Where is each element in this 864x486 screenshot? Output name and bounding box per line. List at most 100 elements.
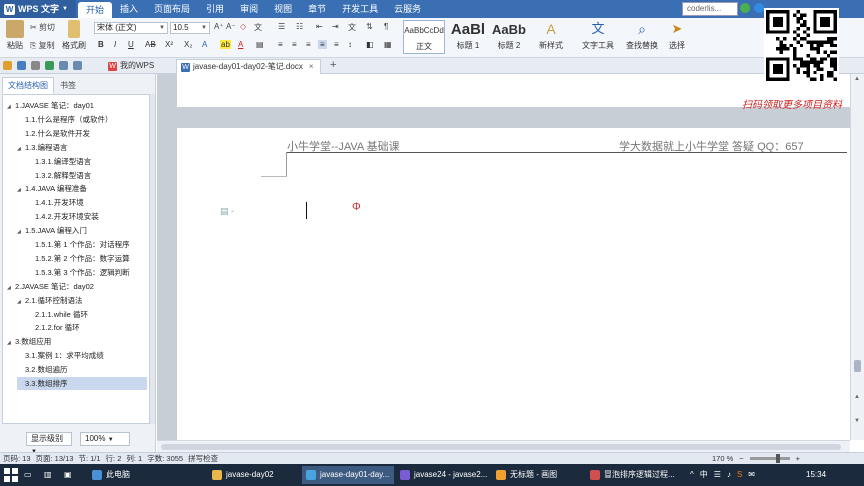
document-canvas[interactable]: 小牛学堂--JAVA 基础课 学大数据就上小牛学堂 答疑 QQ：657 ▤ - … xyxy=(157,74,850,440)
outline-item[interactable]: 1.3.1.编译型语言 xyxy=(27,155,147,168)
menu-tab[interactable]: 云服务 xyxy=(386,0,429,18)
print-icon[interactable] xyxy=(31,61,40,70)
close-icon[interactable]: × xyxy=(309,62,314,71)
menu-tab[interactable]: 开发工具 xyxy=(334,0,386,18)
display-level-select[interactable]: 显示级别 ▼ xyxy=(26,432,72,455)
justify-button[interactable]: ≡ xyxy=(318,40,327,49)
scroll-up-icon[interactable]: ▲ xyxy=(854,76,860,82)
outline-item[interactable]: 1.4.2.开发环境安装 xyxy=(27,210,147,223)
outline-item[interactable]: ◢ 2.JAVASE 笔记：day02 xyxy=(7,280,147,293)
scroll-down-icon[interactable]: ▼ xyxy=(854,418,860,424)
text-tools-button[interactable]: 文 文字工具 xyxy=(578,20,618,51)
style-heading-1[interactable]: AaBl 标题 1 xyxy=(448,20,488,54)
outline-item[interactable]: ◢ 2.1.循环控制语法 xyxy=(17,294,147,307)
distributed-button[interactable]: ≡ xyxy=(334,40,339,49)
chinese-layout-button[interactable]: 文 xyxy=(348,22,356,33)
font-effect-button[interactable]: A xyxy=(202,40,207,49)
format-painter-button[interactable]: 格式刷 xyxy=(60,20,88,51)
horizontal-scroll-thumb[interactable] xyxy=(161,444,841,450)
blue-status-icon[interactable] xyxy=(754,3,764,13)
paragraph-handle-icon[interactable]: ▤ - xyxy=(220,206,234,217)
outline-item[interactable]: 1.3.2.解释型语言 xyxy=(27,169,147,182)
taskbar-app[interactable]: 冒泡排序逻辑过程... xyxy=(586,466,686,484)
bullet-list-button[interactable]: ☰ xyxy=(278,22,285,31)
outline-item[interactable]: ◢ 1.JAVASE 笔记：day01 xyxy=(7,99,147,112)
outline-item[interactable]: 1.4.1.开发环境 xyxy=(27,196,147,209)
tray-expand-icon[interactable]: ^ xyxy=(690,470,694,479)
outline-item[interactable]: 1.2.什么是软件开发 xyxy=(17,127,147,140)
italic-button[interactable]: I xyxy=(114,40,116,49)
font-color-button[interactable]: A xyxy=(238,40,243,49)
outline-zoom-select[interactable]: 100% ▼ xyxy=(80,432,130,446)
superscript-button[interactable]: X² xyxy=(165,40,173,49)
new-style-button[interactable]: A 新样式 xyxy=(535,20,567,51)
outline-item[interactable]: 3.2.数组遍历 xyxy=(17,363,147,376)
horizontal-scrollbar[interactable] xyxy=(157,440,850,452)
menu-tab[interactable]: 审阅 xyxy=(232,0,266,18)
outline-item[interactable]: 1.5.1.第 1 个作品：对话程序 xyxy=(27,238,147,251)
network-icon[interactable]: ☰ xyxy=(714,470,721,479)
align-left-button[interactable]: ≡ xyxy=(278,40,283,49)
paste-button[interactable]: 粘贴 xyxy=(4,20,26,51)
pinyin-button[interactable]: 文 xyxy=(254,22,262,33)
outline-item[interactable]: 3.1.案例 1：求平均成绩 xyxy=(17,349,147,362)
tab-bookmarks[interactable]: 书签 xyxy=(54,77,82,94)
current-page[interactable] xyxy=(177,128,850,440)
ime-indicator[interactable]: 中 xyxy=(700,469,708,480)
zoom-in-icon[interactable]: + xyxy=(796,453,800,464)
copy-button[interactable]: ⎘ 复制 xyxy=(30,40,55,51)
expand-triangle-icon[interactable]: ◢ xyxy=(17,184,25,197)
outline-item[interactable]: 3.3.数组排序 xyxy=(17,377,147,390)
grow-font-button[interactable]: A⁺ xyxy=(214,22,224,31)
task-view-icon[interactable]: ▭ xyxy=(24,466,40,484)
char-shading-button[interactable]: ▤ xyxy=(256,40,264,49)
outline-item[interactable]: ◢ 1.4.JAVA 编程准备 xyxy=(17,182,147,195)
underline-button[interactable]: U xyxy=(128,40,134,49)
expand-triangle-icon[interactable]: ◢ xyxy=(7,337,15,350)
outline-item[interactable]: ◢ 1.3.编程语言 xyxy=(17,141,147,154)
sort-button[interactable]: ⇅ xyxy=(366,22,373,31)
app-menu-button[interactable]: W WPS 文字 ▼ xyxy=(0,0,76,18)
menu-tab[interactable]: 引用 xyxy=(198,0,232,18)
menu-tab[interactable]: 章节 xyxy=(300,0,334,18)
cut-button[interactable]: ✂ 剪切 xyxy=(30,22,55,33)
zoom-value[interactable]: 170 % xyxy=(712,453,733,464)
tab-document-map[interactable]: 文档结构图 xyxy=(2,77,54,94)
subscript-button[interactable]: X₂ xyxy=(184,40,192,49)
indent-button[interactable]: ⇥ xyxy=(332,22,339,31)
taskbar-app[interactable]: 无标题 - 画图 xyxy=(492,466,584,484)
expand-triangle-icon[interactable]: ◢ xyxy=(17,143,25,156)
store-icon[interactable]: ▣ xyxy=(64,466,80,484)
clear-format-button[interactable]: ◇ xyxy=(240,22,246,31)
vertical-scrollbar[interactable]: ▲ ▲ ▼ xyxy=(850,74,864,440)
line-spacing-button[interactable]: ↕ xyxy=(348,40,352,49)
strikethrough-button[interactable]: AB xyxy=(145,40,156,49)
new-file-icon[interactable] xyxy=(3,61,12,70)
expand-triangle-icon[interactable]: ◢ xyxy=(17,296,25,309)
tab-my-wps[interactable]: W 我的WPS xyxy=(104,59,160,74)
scroll-up-icon[interactable]: ▲ xyxy=(854,394,860,400)
border-button[interactable]: ▦ xyxy=(384,40,392,49)
shrink-font-button[interactable]: A⁻ xyxy=(226,22,236,31)
style-heading-2[interactable]: AaBb 标题 2 xyxy=(489,20,529,54)
expand-triangle-icon[interactable]: ◢ xyxy=(7,101,15,114)
file-explorer-icon[interactable]: ▥ xyxy=(44,466,60,484)
zoom-out-icon[interactable]: − xyxy=(739,453,743,464)
redo-icon[interactable] xyxy=(73,61,82,70)
outline-item[interactable]: 1.5.2.第 2 个作品：数字运算 xyxy=(27,252,147,265)
show-marks-button[interactable]: ¶ xyxy=(384,22,388,31)
taskbar-app[interactable]: javase24 - javase2... xyxy=(396,466,490,484)
windows-start-icon[interactable] xyxy=(4,468,18,482)
outline-item[interactable]: 1.1.什么是程序（或软件） xyxy=(17,113,147,126)
undo-icon[interactable] xyxy=(59,61,68,70)
tab-current-document[interactable]: Wjavase-day01-day02-笔记.docx × xyxy=(176,59,321,74)
expand-triangle-icon[interactable]: ◢ xyxy=(17,226,25,239)
preview-icon[interactable] xyxy=(45,61,54,70)
font-name-select[interactable]: 宋体 (正文) ▼ xyxy=(94,22,168,34)
numbered-list-button[interactable]: ☷ xyxy=(296,22,303,31)
menu-tab[interactable]: 页面布局 xyxy=(146,0,198,18)
sogou-icon[interactable]: S xyxy=(737,470,742,479)
status-item[interactable]: 拼写检查 xyxy=(188,453,218,464)
outdent-button[interactable]: ⇤ xyxy=(316,22,323,31)
style-normal[interactable]: AaBbCcDd 正文 xyxy=(403,20,445,54)
